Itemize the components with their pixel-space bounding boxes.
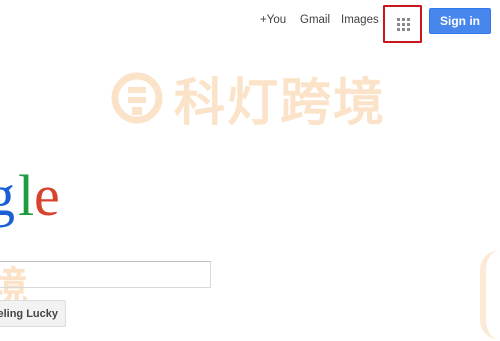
apps-grid-icon <box>397 18 410 31</box>
images-link[interactable]: Images <box>341 14 379 26</box>
watermark-text: 科灯跨境 <box>174 74 387 133</box>
gmail-link[interactable]: Gmail <box>300 14 330 26</box>
feeling-lucky-button[interactable]: eeling Lucky <box>0 300 66 327</box>
svg-text:l: l <box>18 163 34 228</box>
apps-button[interactable] <box>383 5 422 43</box>
plus-you-link[interactable]: +You <box>260 14 286 26</box>
watermark-edge-shape <box>480 250 500 340</box>
sign-in-button[interactable]: Sign in <box>429 8 491 34</box>
search-input[interactable] <box>0 261 211 288</box>
google-logo: g l e <box>0 163 60 228</box>
svg-text:e: e <box>34 163 60 228</box>
top-navigation: +You Gmail Images Sign in <box>0 0 500 43</box>
watermark-logo-icon <box>111 72 163 124</box>
svg-text:g: g <box>0 163 15 228</box>
watermark: 科灯跨境 <box>110 66 386 133</box>
